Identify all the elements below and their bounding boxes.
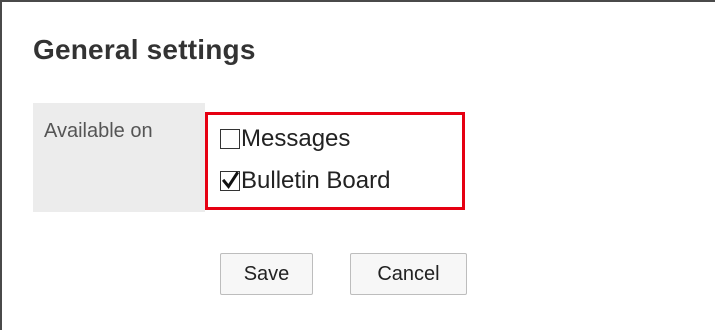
messages-label[interactable]: Messages — [241, 125, 350, 153]
page-title: General settings — [33, 34, 256, 65]
cancel-button[interactable]: Cancel — [350, 253, 467, 295]
messages-checkbox[interactable] — [220, 129, 240, 149]
checkmark-icon — [222, 171, 239, 190]
available-on-label: Available on — [33, 103, 205, 212]
bulletin-board-option[interactable]: Bulletin Board — [220, 167, 390, 195]
bulletin-board-label[interactable]: Bulletin Board — [241, 167, 390, 195]
save-button[interactable]: Save — [220, 253, 313, 295]
messages-option[interactable]: Messages — [220, 125, 350, 153]
bulletin-board-checkbox[interactable] — [220, 171, 240, 191]
